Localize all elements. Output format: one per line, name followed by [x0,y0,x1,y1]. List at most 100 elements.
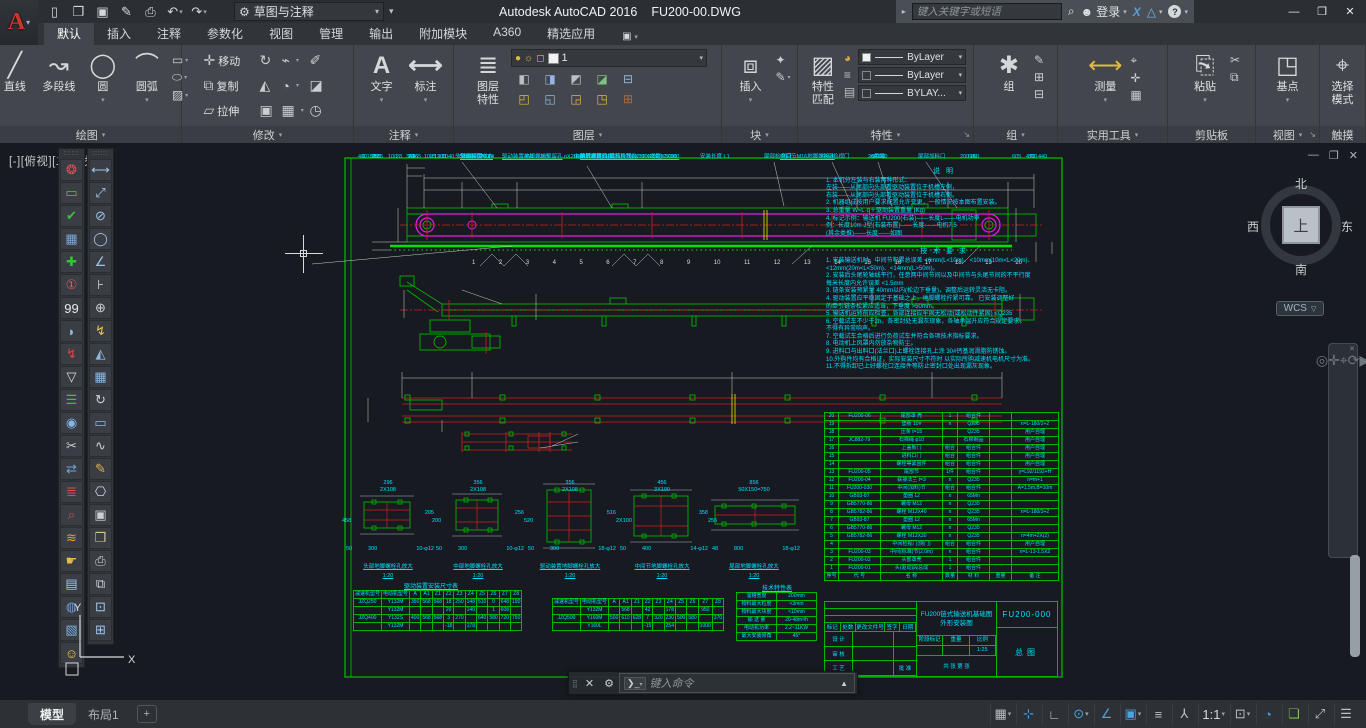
ribbon-tab[interactable]: 输出 [356,22,406,45]
array-icon[interactable]: ▦ [89,366,112,388]
customization-icon[interactable]: ☰ [1334,703,1358,725]
plus-icon[interactable]: ✚ [60,251,83,273]
new-file-icon[interactable]: ▯ [44,2,66,21]
property-dropdown[interactable]: BYLAY... ▾ [858,85,966,101]
layer-tool-icon[interactable]: ◱ [544,92,555,106]
ribbon-tab[interactable]: 默认 [44,22,94,45]
text-lines-icon[interactable]: ☰ [60,389,83,411]
scissors-icon[interactable]: ✂ [60,435,83,457]
viewcube[interactable]: 北 西 东 南 上 [1253,177,1349,273]
hand-pointer-icon[interactable]: ☛ [60,550,83,572]
isolate-objects-icon[interactable]: ❏ [1282,703,1306,725]
drag-grip[interactable]: ⣿ [569,679,580,688]
calendar-icon[interactable]: ▦ [60,228,83,250]
color-wheel-icon[interactable]: ◕ [844,51,855,65]
layer-tool-icon[interactable]: ◩ [570,72,581,86]
viewcube-north[interactable]: 北 [1295,175,1307,192]
viewcube-south[interactable]: 南 [1295,261,1307,278]
modify-tool-button[interactable]: ⧉ 复制 [204,77,260,94]
wcs-dropdown[interactable]: WCS▽ [1276,301,1324,316]
lineweight-icon[interactable]: ▤ [844,85,855,99]
circle-number-icon[interactable]: ① [60,274,83,296]
ribbon-tab[interactable]: 参数化 [194,22,256,45]
infocenter-expand-icon[interactable]: ▸ [902,7,906,16]
panel-label-layers[interactable]: 图层▾ [454,126,721,143]
save-icon[interactable]: ▣ [89,504,112,526]
revcloud-icon[interactable]: ▭ [60,182,83,204]
paste-button[interactable]: ⎘ 粘贴 ▾ [1183,49,1227,107]
cmd-close-icon[interactable]: ✕ [580,677,599,690]
modify-tool-button[interactable]: ▦ ▾ [282,102,310,119]
annotation-scale[interactable]: 1:1 ▾ [1198,703,1228,725]
linetype-icon[interactable]: ≡ [844,68,855,82]
modify-tool-button[interactable]: ▱ 拉伸 [204,102,260,119]
ribbon-tab[interactable]: 管理 [306,22,356,45]
redo-icon[interactable]: ↷▾ [188,2,210,21]
ribbon-tab[interactable]: 附加模块 [406,22,480,45]
lightning-icon[interactable]: ↯ [60,343,83,365]
doc-restore-button[interactable]: ❐ [1329,149,1339,162]
navbar-close-icon[interactable]: ✕ [1349,345,1355,353]
modify-tool-button[interactable]: ◭ [260,77,282,94]
layer-properties-button[interactable]: ≣ 图层 特性 [468,49,508,107]
preview-icon[interactable]: ⧉ [89,573,112,595]
spline-icon[interactable]: ∿ [89,435,112,457]
rotate-icon[interactable]: ↻ [89,389,112,411]
undo-icon[interactable]: ↶▾ [164,2,186,21]
calculator-icon[interactable]: ▤ [60,573,83,595]
viewcube-west[interactable]: 西 [1247,218,1259,235]
layout-tab[interactable]: 模型 [28,703,76,725]
group-small-button[interactable]: ⊞ [1034,70,1044,84]
osnap-icon[interactable]: ▣ ▾ [1120,703,1144,725]
save-as-icon[interactable]: ✎ [116,2,138,21]
pan-icon[interactable]: ✛ [1328,352,1340,368]
save-icon[interactable]: ▣ [92,2,114,21]
block-small-button[interactable]: ✦ [775,53,790,67]
viewcube-top-face[interactable]: 上 [1282,206,1320,244]
exchange-icon[interactable]: X [1133,5,1141,19]
group-small-button[interactable]: ⊟ [1034,87,1044,101]
modify-tool-button[interactable]: ⌁ ▾ [282,52,310,69]
eye-icon[interactable]: ◉ [60,412,83,434]
recent-commands-icon[interactable]: ▲ [840,679,850,688]
panel-label-group[interactable]: 组▾ [974,126,1057,143]
ribbon-tab[interactable]: A360 [480,22,534,45]
insert-block-button[interactable]: ⧈ 插入 ▾ [728,49,772,107]
layer-tool-icon[interactable]: ◲ [570,92,581,106]
new-layout-button[interactable]: + [137,705,157,723]
utility-small-button[interactable]: ✛ [1130,71,1141,85]
custom-macro-icon[interactable]: ❂ [60,159,83,181]
mirror-icon[interactable]: ◭ [89,343,112,365]
viewcube-east[interactable]: 东 [1341,218,1353,235]
orbit-icon[interactable]: ⟳ [1348,352,1360,368]
panel-label-properties[interactable]: 特性▾↘ [798,126,973,143]
annotation-visibility-icon[interactable]: ≡ [1146,703,1170,725]
clipboard-small-button[interactable]: ✂ [1230,53,1240,67]
panel-label-draw[interactable]: 绘图▾ [0,126,181,143]
panel-label-modify[interactable]: 修改▾ [182,126,353,143]
command-line[interactable]: ⣿ ✕ ⚙ ❯_▾ 键入命令 ▲ [568,671,858,695]
panel-label-touch[interactable]: 触摸 [1320,126,1365,143]
tolerance-icon[interactable]: ▽ [60,366,83,388]
rectangle-icon[interactable]: ▭ [89,412,112,434]
ribbon-tab[interactable]: 视图 [256,22,306,45]
autocad-logo[interactable]: A▾ [0,0,38,45]
layer-tool-icon[interactable]: ⊞ [623,92,633,106]
workspace-switch-icon[interactable]: ⊡ ▾ [1230,703,1254,725]
modify-tool-button[interactable]: ◪ [310,77,332,94]
clipboard-small-button[interactable]: ⧉ [1230,70,1240,85]
search-icon[interactable]: ⌕ [1068,4,1075,19]
zoom-find-icon[interactable]: ⌕ [60,504,83,526]
draw-tool-button[interactable]: ◯ 圆 ▾ [81,49,125,107]
toolbar-grip[interactable]: :::::: [92,151,108,157]
dim-baseline-icon[interactable]: ⊦ [89,274,112,296]
utility-small-button[interactable]: ⌖ [1130,53,1141,68]
group-small-button[interactable]: ✎ [1034,53,1044,67]
scrollbar-thumb[interactable] [1350,555,1360,657]
number-99-icon[interactable]: 99 [60,297,83,319]
basepoint-button[interactable]: ◳ 基点 ▾ [1266,49,1310,107]
polygon-icon[interactable]: ⎔ [89,481,112,503]
viewport-minimize[interactable]: [-] [9,156,21,168]
panel-label-clipboard[interactable]: 剪贴板 [1168,126,1255,143]
ribbon-tab[interactable]: 精选应用 [534,22,608,45]
